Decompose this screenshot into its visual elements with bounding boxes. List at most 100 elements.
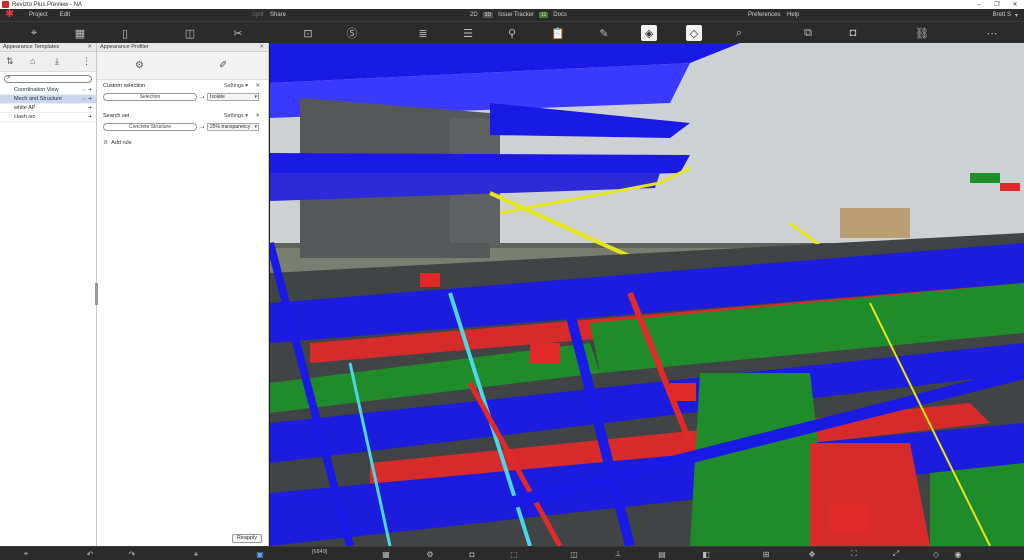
view-switcher: 2D 3D Issue Tracker 11 Docs xyxy=(470,12,567,18)
templates-panel-title: Appearance Templates xyxy=(3,44,60,50)
location-pin-icon[interactable]: ⌖ xyxy=(20,549,32,559)
overview-icon[interactable]: ⊞ xyxy=(760,549,772,559)
split-view-icon[interactable]: ⧉ xyxy=(800,25,816,41)
issue-count-badge: 11 xyxy=(539,12,549,18)
import-icon[interactable]: ⤓ xyxy=(55,56,59,67)
phone-icon[interactable]: ▯ xyxy=(117,25,133,41)
scissors-icon[interactable]: ✂ xyxy=(230,25,246,41)
3d-viewport[interactable] xyxy=(270,43,1024,546)
binoculars-icon[interactable]: ⚲ xyxy=(504,25,520,41)
settings-icon[interactable]: ⚙ xyxy=(424,549,436,559)
arrow-right-icon: ➝ xyxy=(199,124,205,131)
menu-split[interactable]: Split xyxy=(252,12,264,18)
template-actions-icon[interactable]: ⇔ ➜ xyxy=(81,86,92,95)
template-item-white-ap[interactable]: white AP ➜ xyxy=(0,104,96,113)
rule-search-set: Search set Settings ▾ ✕ Concrete Structu… xyxy=(97,110,268,132)
templates-toolbar: ⇅ ⌂ ⤓ ⋮ xyxy=(0,52,96,72)
3d-badge[interactable]: 3D xyxy=(482,12,494,18)
menu-bar: Project Edit Split Share 2D 3D Issue Tra… xyxy=(0,7,1024,21)
redo-icon[interactable]: ↷ xyxy=(126,549,138,559)
rule-remove-icon[interactable]: ✕ xyxy=(255,112,260,121)
profiler-close-icon[interactable]: ✕ xyxy=(259,43,264,52)
rule-settings-dropdown[interactable]: Settings ▾ xyxy=(224,112,248,121)
maximize-icon[interactable]: ❐ xyxy=(988,1,1006,8)
appearance-mode-icon[interactable]: ▣ xyxy=(254,549,266,559)
view-icon[interactable]: ◧ xyxy=(700,549,712,559)
appearance-profiler-panel: Appearance Profiler ✕ ⚙ ✐ Custom selecti… xyxy=(97,43,269,546)
template-label: Coordination View xyxy=(14,87,59,93)
section-box-icon[interactable]: ◫ xyxy=(182,25,198,41)
template-item-clash-iso[interactable]: clash iso ➜ xyxy=(0,113,96,122)
menu-share[interactable]: Share xyxy=(270,12,286,18)
menu-issue-tracker[interactable]: Issue Tracker xyxy=(498,12,534,18)
rule-label: Custom selection xyxy=(103,83,146,89)
templates-close-icon[interactable]: ✕ xyxy=(87,43,92,52)
rule-target-button[interactable]: Concrete Structure xyxy=(103,123,197,131)
profiler-settings-icon[interactable]: ⚙ xyxy=(135,60,144,71)
settings-tag-icon[interactable]: Ⓢ xyxy=(344,25,360,41)
layers-icon[interactable]: ≣ xyxy=(415,25,431,41)
arrow-right-icon: ➝ xyxy=(199,94,205,101)
template-apply-icon[interactable]: ➜ xyxy=(88,104,92,113)
user-dropdown-icon[interactable]: ▾ xyxy=(1015,12,1018,19)
menu-preferences[interactable]: Preferences xyxy=(748,12,780,18)
undo-icon[interactable]: ↶ xyxy=(84,549,96,559)
sort-icon[interactable]: ⇅ xyxy=(6,56,14,67)
zoom-extents-icon[interactable]: ⛶ xyxy=(848,549,860,559)
menu-project[interactable]: Project xyxy=(29,12,48,18)
rule-settings-dropdown[interactable]: Settings ▾ xyxy=(224,82,248,91)
grid-view-icon[interactable]: ▦ xyxy=(380,549,392,559)
clipboard-icon[interactable]: 📋 xyxy=(550,25,566,41)
template-item-mech-and-structure[interactable]: Mech and Structure ⇔ ➜ xyxy=(0,95,96,104)
templates-search-input[interactable]: ⌕ xyxy=(4,74,92,83)
user-name[interactable]: Brett S xyxy=(993,12,1011,18)
fullscreen-icon[interactable]: ⤢ xyxy=(890,549,902,559)
table-icon[interactable]: ▤ xyxy=(656,549,668,559)
profiler-paint-icon[interactable]: ✐ xyxy=(219,60,227,71)
template-item-coordination-view[interactable]: Coordination View ⇔ ➜ xyxy=(0,86,96,95)
menu-2d[interactable]: 2D xyxy=(470,12,478,18)
appearance-profiler-icon[interactable]: ◇ xyxy=(686,25,702,41)
panel-splitter-handle[interactable] xyxy=(95,283,98,305)
rule-remove-icon[interactable]: ✕ xyxy=(255,82,260,91)
home-icon[interactable]: ⌂ xyxy=(30,56,35,66)
template-apply-icon[interactable]: ➜ xyxy=(88,113,92,122)
appearance-templates-panel: Appearance Templates ✕ ⇅ ⌂ ⤓ ⋮ ⌕ Coordin… xyxy=(0,43,97,546)
minimize-icon[interactable]: – xyxy=(970,2,988,8)
template-actions-icon[interactable]: ⇔ ➜ xyxy=(81,95,92,104)
menu-edit[interactable]: Edit xyxy=(60,12,70,18)
object-count: [6849] xyxy=(312,549,328,555)
rule-target-button[interactable]: Selection xyxy=(103,93,197,101)
profiler-panel-title: Appearance Profiler xyxy=(100,44,149,50)
walk-mode-icon[interactable]: ⚹ xyxy=(190,549,202,559)
more-icon[interactable]: ⋯ xyxy=(984,25,1000,41)
gear-icon: ⚙ xyxy=(103,140,108,146)
perspective-icon[interactable]: ◇ xyxy=(930,549,942,559)
section-icon[interactable]: ◫ xyxy=(568,549,580,559)
close-icon[interactable]: ✕ xyxy=(1006,1,1024,8)
search-set-icon[interactable]: ⌕ xyxy=(731,25,747,41)
window-titlebar: Revizto Plus Preview - NA – ❐ ✕ xyxy=(0,0,1024,9)
rule-mode-select[interactable]: 25% transparency xyxy=(207,123,259,131)
menu-docs[interactable]: Docs xyxy=(553,12,567,18)
map-icon[interactable]: ▦ xyxy=(72,25,88,41)
reapply-button[interactable]: Reapply xyxy=(231,534,262,543)
settings-circle-icon[interactable]: ◉ xyxy=(952,549,964,559)
template-label: clash iso xyxy=(14,114,36,120)
rule-mode-select[interactable]: Isolate xyxy=(207,93,259,101)
templates-panel-header: Appearance Templates ✕ xyxy=(0,43,96,52)
select-area-icon[interactable]: ⬚ xyxy=(508,549,520,559)
measure-icon[interactable]: ⟂ xyxy=(612,549,624,559)
kebab-menu-icon[interactable]: ⋮ xyxy=(82,56,91,67)
camera-icon[interactable]: ◘ xyxy=(845,25,861,41)
menu-help[interactable]: Help xyxy=(787,12,799,18)
appearance-bucket-icon[interactable]: ◈ xyxy=(641,25,657,41)
orbit-icon[interactable]: ✥ xyxy=(806,549,818,559)
pencil-icon[interactable]: ✎ xyxy=(596,25,612,41)
camera-icon[interactable]: ◘ xyxy=(466,549,478,559)
add-rule-button[interactable]: ⚙ Add rule xyxy=(103,140,262,146)
screen-add-icon[interactable]: ⊡ xyxy=(300,25,316,41)
location-pin-icon[interactable]: ⌖ xyxy=(26,25,42,41)
link-icon[interactable]: ⛓ xyxy=(914,25,930,41)
document-list-icon[interactable]: ☰ xyxy=(460,25,476,41)
